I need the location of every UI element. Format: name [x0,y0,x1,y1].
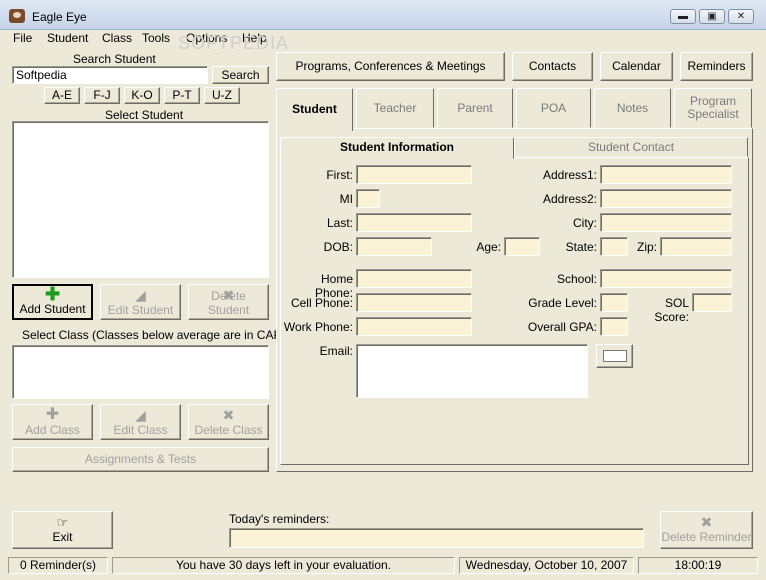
plus-icon: ✚ [44,284,61,304]
pencil-icon: ◢ [135,287,146,303]
tab-teacher[interactable]: Teacher [356,88,434,128]
age-label: Age: [476,240,501,254]
cell-phone-label: Cell Phone: [290,296,353,310]
tab-program-specialist[interactable]: Program Specialist [674,88,752,128]
pencil-icon: ◢ [135,407,146,423]
search-button[interactable]: Search [212,66,269,84]
range-f-j-button[interactable]: F-J [84,87,120,104]
email-label: Email: [319,344,353,358]
cell-phone-field[interactable] [356,293,472,312]
close-button[interactable]: ✕ [728,9,754,24]
home-phone-field[interactable] [356,269,472,288]
menu-class[interactable]: Class [102,31,132,45]
first-label: First: [326,168,353,182]
age-field[interactable] [504,237,540,256]
tab-notes[interactable]: Notes [594,88,671,128]
range-k-o-button[interactable]: K-O [124,87,160,104]
overall-gpa-label: Overall GPA: [527,320,597,334]
state-field[interactable] [600,237,628,256]
delete-class-button[interactable]: ✖ Delete Class [188,404,269,440]
last-name-field[interactable] [356,213,472,232]
search-input[interactable]: Softpedia [12,66,208,84]
select-class-label: Select Class (Classes below average are … [22,328,294,342]
address2-label: Address2: [542,192,597,206]
status-time: 18:00:19 [638,557,758,574]
address1-field[interactable] [600,165,732,184]
assignments-tests-button[interactable]: Assignments & Tests [12,447,269,472]
range-u-z-button[interactable]: U-Z [204,87,240,104]
menu-bar: File Student Class Tools Options Help SO… [0,30,766,53]
grade-level-label: Grade Level: [528,296,597,310]
menu-file[interactable]: File [13,31,32,45]
class-list[interactable] [12,345,269,399]
pointing-hand-icon: ☞ [56,515,69,530]
reminders-button[interactable]: Reminders [680,52,753,81]
range-a-e-button[interactable]: A-E [44,87,80,104]
todays-reminders-field[interactable] [229,528,644,548]
sol-score-label: SOL Score: [654,296,689,324]
delete-student-button[interactable]: ✖ Delete Student [188,284,269,320]
mi-label: MI [339,192,353,206]
select-student-label: Select Student [105,108,184,122]
range-p-t-button[interactable]: P-T [164,87,200,104]
app-icon [9,9,25,23]
plus-icon: ✚ [45,406,60,423]
add-student-button[interactable]: ✚ Add Student [12,284,93,320]
add-class-button[interactable]: ✚ Add Class [12,404,93,440]
status-date: Wednesday, October 10, 2007 [459,557,634,574]
sol-score-field[interactable] [692,293,732,312]
menu-tools[interactable]: Tools [142,31,170,45]
dob-field[interactable] [356,237,432,256]
state-label: State: [565,240,597,254]
school-field[interactable] [600,269,732,288]
dob-label: DOB: [323,240,353,254]
zip-label: Zip: [636,240,657,254]
tab-parent[interactable]: Parent [437,88,513,128]
student-list[interactable] [12,121,269,278]
middle-initial-field[interactable] [356,189,380,208]
subtab-student-information[interactable]: Student Information [280,137,514,159]
work-phone-field[interactable] [356,317,472,336]
exit-button[interactable]: ☞ Exit [12,511,113,549]
grade-level-field[interactable] [600,293,628,312]
todays-reminders-label: Today's reminders: [229,512,330,526]
edit-class-button[interactable]: ◢ Edit Class [100,404,181,440]
delete-reminder-button[interactable]: ✖ Delete Reminder [660,511,753,549]
address2-field[interactable] [600,189,732,208]
status-reminders-count: 0 Reminder(s) [8,557,108,574]
minimize-button[interactable]: ▬ [670,9,696,24]
address1-label: Address1: [542,168,597,182]
status-evaluation-message: You have 30 days left in your evaluation… [112,557,455,574]
zip-field[interactable] [660,237,732,256]
search-student-label: Search Student [73,52,156,66]
send-email-button[interactable] [596,344,633,368]
envelope-icon [603,350,627,362]
email-field[interactable] [356,344,588,398]
work-phone-label: Work Phone: [283,320,353,334]
title-bar: Eagle Eye ▬ ▣ ✕ [0,0,766,30]
city-field[interactable] [600,213,732,232]
last-label: Last: [326,216,353,230]
edit-student-button[interactable]: ◢ Edit Student [100,284,181,320]
overall-gpa-field[interactable] [600,317,628,336]
menu-student[interactable]: Student [47,31,88,45]
programs-conferences-button[interactable]: Programs, Conferences & Meetings [276,52,505,81]
subtab-student-contact[interactable]: Student Contact [514,137,748,157]
calendar-button[interactable]: Calendar [600,52,673,81]
watermark: SOFTPEDIA [178,33,290,53]
delete-icon: ✖ [222,407,235,423]
city-label: City: [573,216,597,230]
contacts-button[interactable]: Contacts [512,52,593,81]
tab-student[interactable]: Student [276,88,353,131]
school-label: School: [556,272,597,286]
delete-icon: ✖ [700,514,713,530]
first-name-field[interactable] [356,165,472,184]
window-title: Eagle Eye [32,10,87,24]
tab-poa[interactable]: POA [516,88,591,128]
maximize-button[interactable]: ▣ [699,9,725,24]
